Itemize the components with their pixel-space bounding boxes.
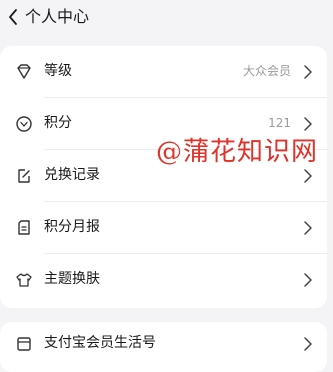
chevron-right-icon — [303, 167, 313, 185]
points-value: 121 — [268, 116, 291, 130]
chevron-right-icon — [303, 115, 313, 133]
menu-item-theme[interactable]: 主题换肤 — [0, 254, 327, 306]
report-icon — [15, 219, 33, 237]
level-value: 大众会员 — [242, 64, 291, 78]
edit-record-icon — [15, 167, 33, 185]
back-button[interactable] — [4, 6, 22, 28]
chevron-right-icon — [303, 63, 313, 81]
menu-item-label: 主题换肤 — [44, 271, 100, 287]
top-bar: 个人中心 — [0, 0, 333, 36]
points-coin-icon — [15, 115, 33, 133]
diamond-icon — [15, 63, 33, 81]
menu-item-monthly-report[interactable]: 积分月报 — [0, 202, 327, 254]
menu-item-label: 等级 — [44, 63, 72, 79]
calendar-icon — [15, 335, 33, 353]
chevron-right-icon — [303, 335, 313, 353]
menu-item-level[interactable]: 等级 大众会员 — [0, 46, 327, 98]
settings-card: 等级 大众会员 积分 121 兑换记录 积分月报 主题换肤 — [0, 46, 327, 308]
chevron-right-icon — [303, 271, 313, 289]
page-title: 个人中心 — [25, 7, 90, 26]
menu-item-alipay-life[interactable]: 支付宝会员生活号 — [0, 318, 327, 370]
back-arrow-icon — [9, 9, 17, 25]
menu-item-label: 兑换记录 — [44, 167, 100, 183]
menu-item-label: 积分 — [44, 115, 72, 131]
chevron-right-icon — [303, 219, 313, 237]
watermark-text: @蒲花知识网 — [156, 137, 319, 167]
tshirt-icon — [15, 271, 33, 289]
menu-item-label: 积分月报 — [44, 219, 100, 235]
service-card: 支付宝会员生活号 — [0, 322, 327, 372]
menu-item-label: 支付宝会员生活号 — [44, 335, 156, 351]
